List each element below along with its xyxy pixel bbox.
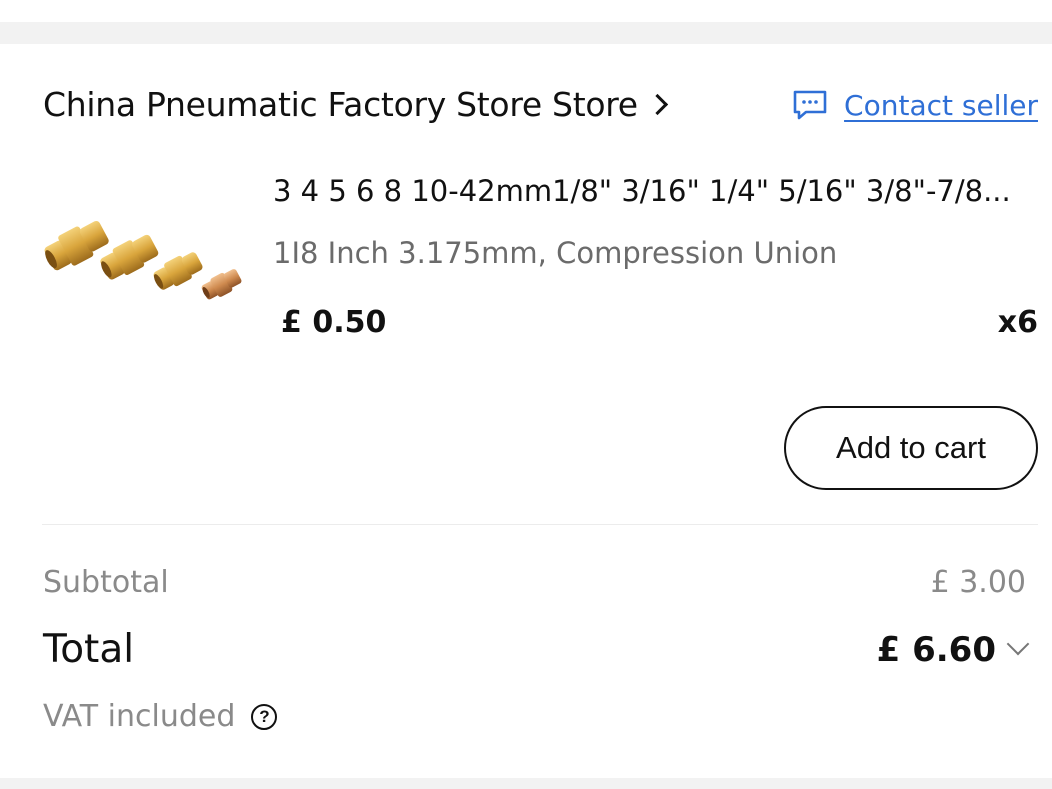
vat-label: VAT included: [43, 699, 236, 734]
chat-icon: [793, 90, 827, 120]
divider: [42, 524, 1038, 525]
subtotal-label: Subtotal: [43, 565, 169, 600]
product-price: £ 0.50: [281, 305, 387, 340]
store-header: China Pneumatic Factory Store Store Cont…: [43, 82, 1038, 128]
chevron-down-icon: [1006, 632, 1030, 656]
store-link[interactable]: China Pneumatic Factory Store Store: [43, 82, 668, 128]
product-quantity: x6: [997, 305, 1038, 340]
total-label: Total: [43, 627, 135, 672]
total-expand-toggle[interactable]: £ 6.60: [876, 626, 1030, 674]
help-icon[interactable]: ?: [251, 704, 278, 730]
section-gap: [0, 22, 1052, 44]
top-band: [0, 0, 1052, 44]
store-name: China Pneumatic Factory Store Store: [43, 85, 638, 124]
vat-row: VAT included ?: [43, 696, 278, 738]
subtotal-value: £ 3.00: [930, 565, 1026, 600]
product-image[interactable]: [42, 198, 254, 310]
product-variant: 1I8 Inch 3.175mm, Compression Union: [273, 236, 838, 270]
contact-seller-label: Contact seller: [844, 88, 1038, 122]
contact-seller-button[interactable]: Contact seller: [792, 82, 1038, 128]
bottom-band: [0, 778, 1052, 789]
total-value: £ 6.60: [876, 630, 996, 670]
add-to-cart-button[interactable]: Add to cart: [784, 406, 1038, 490]
order-card: China Pneumatic Factory Store Store Cont…: [0, 44, 1052, 778]
chevron-right-icon: [646, 93, 668, 116]
product-title[interactable]: 3 4 5 6 8 10-42mm1/8" 3/16" 1/4" 5/16" 3…: [273, 170, 1038, 212]
